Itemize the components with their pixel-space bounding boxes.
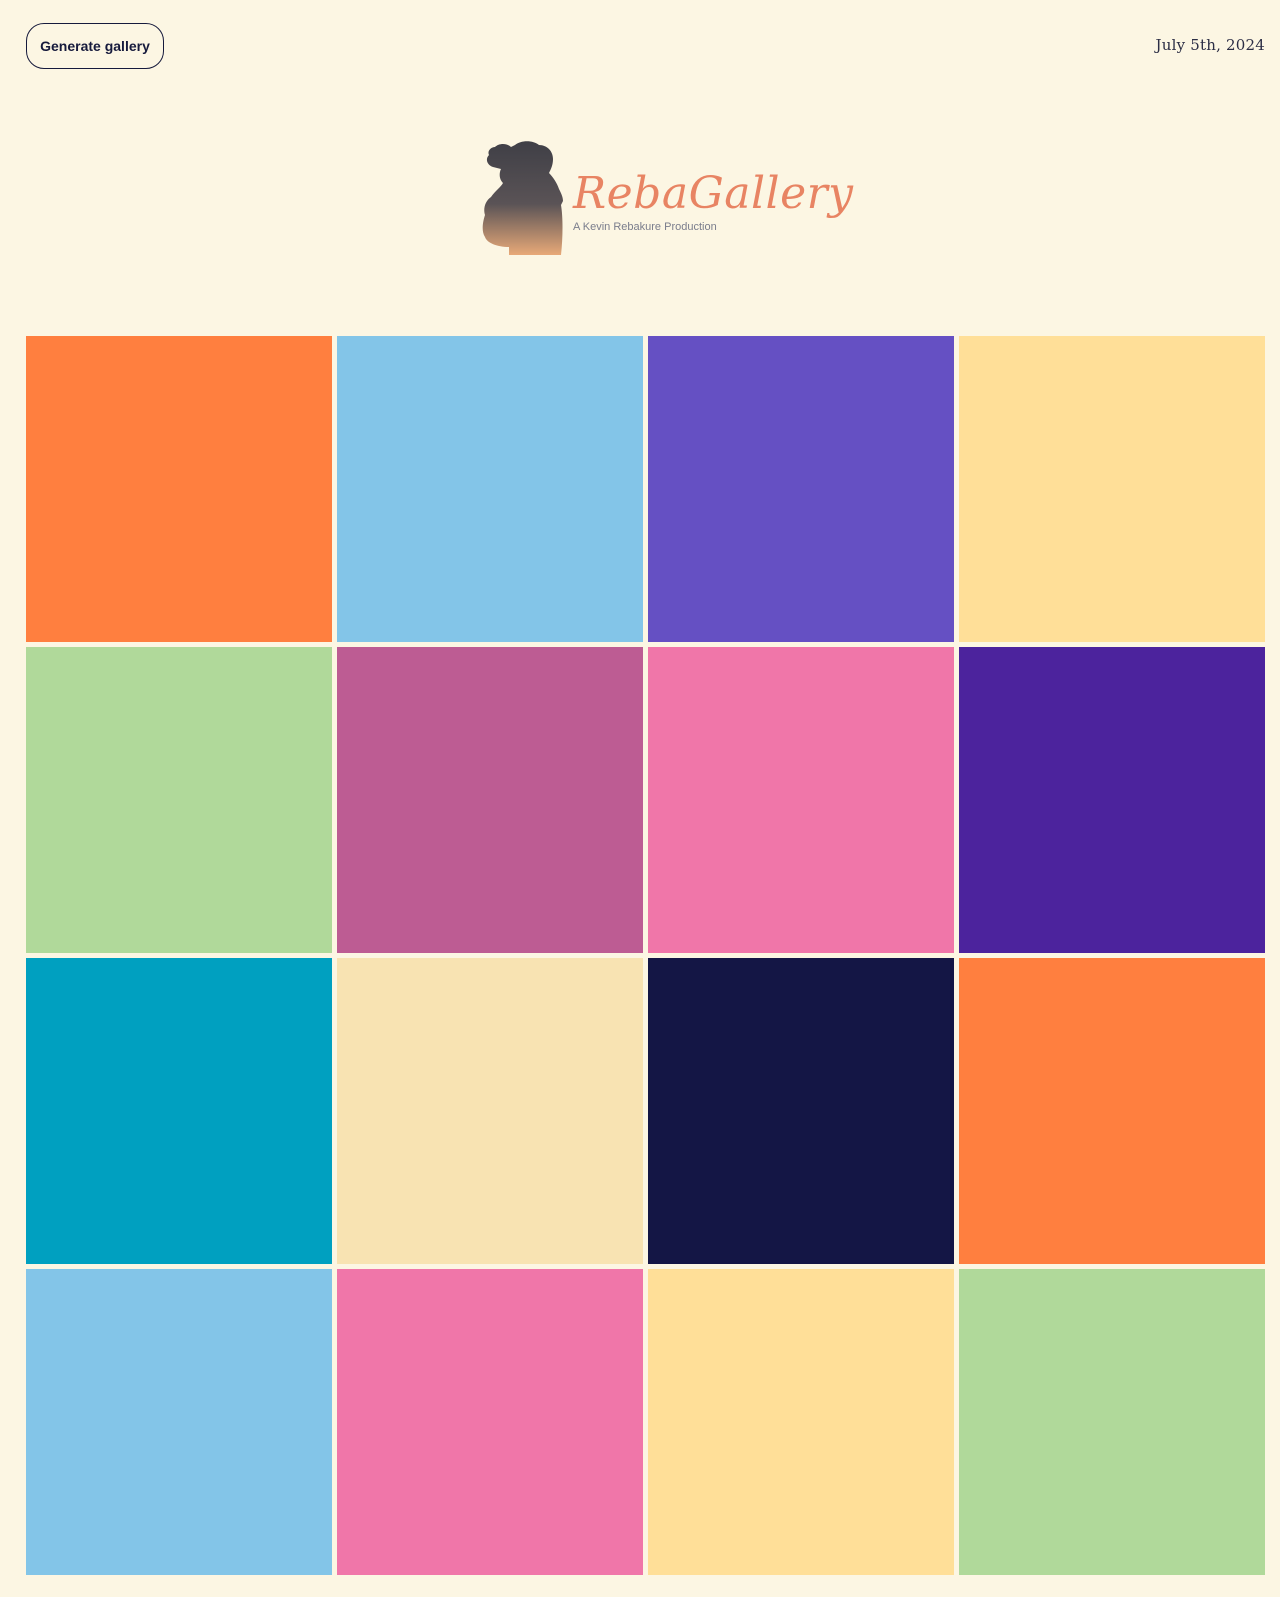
generate-gallery-button[interactable]: Generate gallery xyxy=(26,23,164,69)
gallery-tile[interactable] xyxy=(959,1269,1265,1575)
photographer-silhouette-icon xyxy=(482,141,563,255)
gallery-tile[interactable] xyxy=(959,336,1265,642)
gallery-tile[interactable] xyxy=(648,336,954,642)
gallery-tile[interactable] xyxy=(337,647,643,953)
gallery-tile[interactable] xyxy=(959,647,1265,953)
gallery-tile[interactable] xyxy=(26,647,332,953)
logo-title: RebaGallery xyxy=(573,168,854,219)
gallery-tile[interactable] xyxy=(648,958,954,1264)
site-logo: RebaGallery A Kevin Rebakure Production xyxy=(481,141,853,257)
gallery-tile[interactable] xyxy=(648,1269,954,1575)
gallery-tile[interactable] xyxy=(959,958,1265,1264)
gallery-tile[interactable] xyxy=(26,336,332,642)
gallery-tile[interactable] xyxy=(337,336,643,642)
gallery-tile[interactable] xyxy=(648,647,954,953)
top-bar: Generate gallery July 5th, 2024 xyxy=(26,23,1265,69)
gallery-tile[interactable] xyxy=(26,958,332,1264)
gallery-tile[interactable] xyxy=(337,958,643,1264)
current-date: July 5th, 2024 xyxy=(1155,36,1265,54)
gallery-tile[interactable] xyxy=(26,1269,332,1575)
logo-tagline: A Kevin Rebakure Production xyxy=(573,221,717,233)
gallery-grid xyxy=(26,336,1265,1575)
gallery-tile[interactable] xyxy=(337,1269,643,1575)
